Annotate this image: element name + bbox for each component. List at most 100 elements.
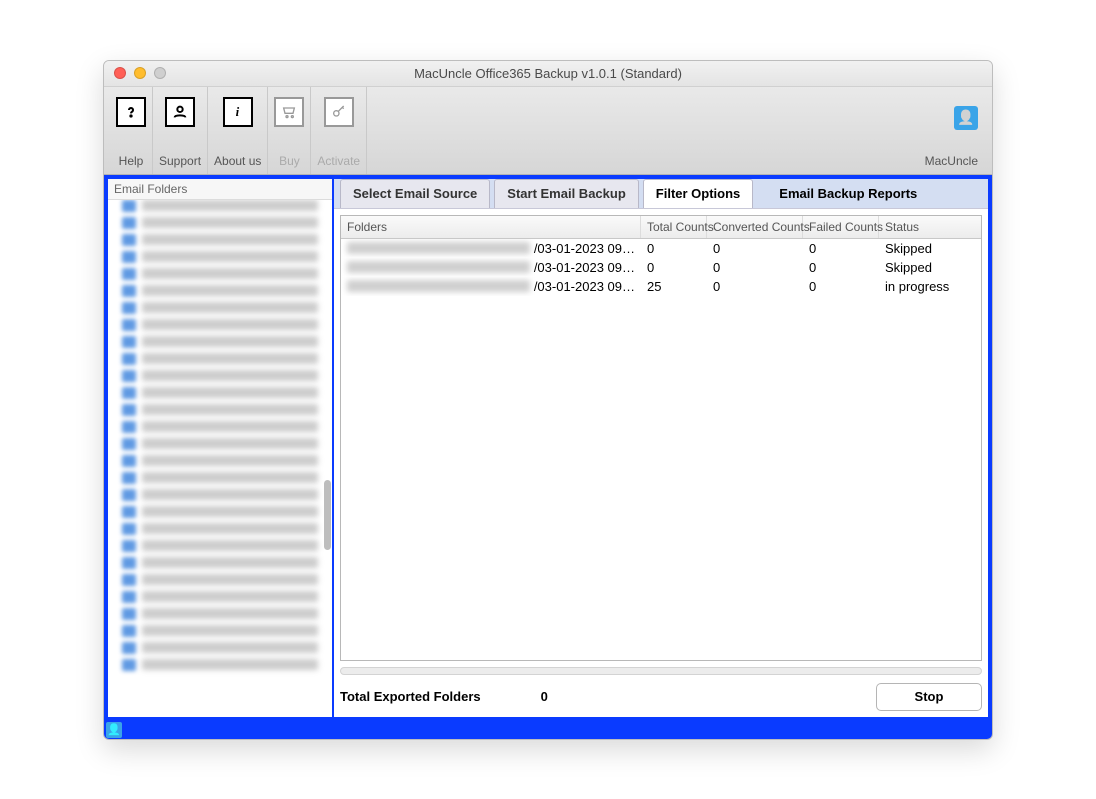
folder-icon <box>122 336 136 348</box>
folder-name-redacted <box>142 370 318 381</box>
info-icon[interactable]: i <box>223 97 253 127</box>
list-item[interactable] <box>122 319 332 336</box>
help-icon[interactable] <box>116 97 146 127</box>
col-total[interactable]: Total Counts <box>641 216 707 238</box>
email-folders-list[interactable]: /* rows generated below via JS for brevi… <box>108 200 332 717</box>
folder-path-redacted <box>347 242 530 254</box>
col-status[interactable]: Status <box>879 216 981 238</box>
list-item[interactable] <box>122 251 332 268</box>
toolbar-item-support[interactable]: Support <box>153 87 208 174</box>
list-item[interactable] <box>122 438 332 455</box>
list-item[interactable] <box>122 642 332 659</box>
email-folders-pane: Email Folders /* rows generated below vi… <box>108 179 334 717</box>
brand-block: MacUncle <box>917 87 986 174</box>
close-icon[interactable] <box>114 67 126 79</box>
table-row[interactable]: /03-01-2023 09…2500in progress <box>341 277 981 296</box>
list-item[interactable] <box>122 421 332 438</box>
list-item[interactable] <box>122 285 332 302</box>
folder-name-redacted <box>142 540 318 551</box>
toolbar-item-activate[interactable]: Activate <box>311 87 367 174</box>
list-item[interactable] <box>122 370 332 387</box>
app-window: MacUncle Office365 Backup v1.0.1 (Standa… <box>103 60 993 740</box>
list-item[interactable] <box>122 659 332 676</box>
folder-date: /03-01-2023 09… <box>534 279 635 294</box>
folder-icon <box>122 217 136 229</box>
list-item[interactable] <box>122 387 332 404</box>
col-failed[interactable]: Failed Counts <box>803 216 879 238</box>
list-item[interactable] <box>122 506 332 523</box>
stop-button[interactable]: Stop <box>876 683 982 711</box>
folder-icon <box>122 302 136 314</box>
folder-name-redacted <box>142 268 318 279</box>
list-item[interactable] <box>122 557 332 574</box>
list-item[interactable] <box>122 472 332 489</box>
list-item[interactable] <box>122 489 332 506</box>
table-header-row: Folders Total Counts Converted Counts Fa… <box>341 216 981 239</box>
folder-icon <box>122 319 136 331</box>
list-item[interactable] <box>122 217 332 234</box>
list-item[interactable] <box>122 608 332 625</box>
tab-backup-reports: Email Backup Reports <box>767 179 929 208</box>
list-item[interactable] <box>122 353 332 370</box>
table-body: /03-01-2023 09…000Skipped/03-01-2023 09…… <box>341 239 981 660</box>
cell-converted: 0 <box>707 258 803 277</box>
toolbar-label: Support <box>159 154 201 168</box>
cell-folder: /03-01-2023 09… <box>341 239 641 258</box>
folder-name-redacted <box>142 438 318 449</box>
toolbar-label: About us <box>214 154 261 168</box>
folder-name-redacted <box>142 608 318 619</box>
support-icon[interactable] <box>165 97 195 127</box>
toolbar-item-help[interactable]: Help <box>110 87 153 174</box>
fullscreen-icon[interactable] <box>154 67 166 79</box>
folder-icon <box>122 472 136 484</box>
bottom-bar <box>104 721 992 739</box>
folder-name-redacted <box>142 472 318 483</box>
list-item[interactable] <box>122 200 332 217</box>
tab-filter-options[interactable]: Filter Options <box>643 179 754 208</box>
table-row[interactable]: /03-01-2023 09…000Skipped <box>341 258 981 277</box>
tab-select-source[interactable]: Select Email Source <box>340 179 490 208</box>
cell-total: 0 <box>641 239 707 258</box>
folder-icon <box>122 506 136 518</box>
list-item[interactable] <box>122 455 332 472</box>
main-body: Email Folders /* rows generated below vi… <box>104 175 992 721</box>
list-item[interactable] <box>122 336 332 353</box>
folder-icon <box>122 659 136 671</box>
folder-icon <box>122 557 136 569</box>
toolbar-label: Buy <box>279 154 300 168</box>
tab-start-backup[interactable]: Start Email Backup <box>494 179 639 208</box>
list-item[interactable] <box>122 523 332 540</box>
list-item[interactable] <box>122 302 332 319</box>
list-item[interactable] <box>122 234 332 251</box>
folder-icon <box>122 574 136 586</box>
traffic-lights <box>114 67 166 79</box>
col-converted[interactable]: Converted Counts <box>707 216 803 238</box>
total-exported-label: Total Exported Folders <box>340 689 481 704</box>
window-title: MacUncle Office365 Backup v1.0.1 (Standa… <box>414 66 682 81</box>
list-item[interactable] <box>122 591 332 608</box>
toolbar-item-buy[interactable]: Buy <box>268 87 311 174</box>
footer-left: Total Exported Folders 0 <box>340 689 548 704</box>
toolbar-label: Help <box>119 154 144 168</box>
list-item[interactable] <box>122 540 332 557</box>
cart-icon[interactable] <box>274 97 304 127</box>
cell-failed: 0 <box>803 258 879 277</box>
folder-icon <box>122 523 136 535</box>
table-row[interactable]: /03-01-2023 09…000Skipped <box>341 239 981 258</box>
list-item[interactable] <box>122 404 332 421</box>
scrollbar-thumb[interactable] <box>324 480 331 550</box>
main-toolbar: Help Support i About us Buy Activate <box>104 87 992 175</box>
folder-name-redacted <box>142 234 318 245</box>
folder-path-redacted <box>347 280 530 292</box>
list-item[interactable] <box>122 268 332 285</box>
minimize-icon[interactable] <box>134 67 146 79</box>
list-item[interactable] <box>122 625 332 642</box>
brand-icon <box>954 106 978 130</box>
key-icon[interactable] <box>324 97 354 127</box>
col-folders[interactable]: Folders <box>341 216 641 238</box>
folder-icon <box>122 268 136 280</box>
toolbar-item-aboutus[interactable]: i About us <box>208 87 268 174</box>
brand-icon <box>106 722 122 738</box>
email-folders-header: Email Folders <box>108 179 332 200</box>
list-item[interactable] <box>122 574 332 591</box>
